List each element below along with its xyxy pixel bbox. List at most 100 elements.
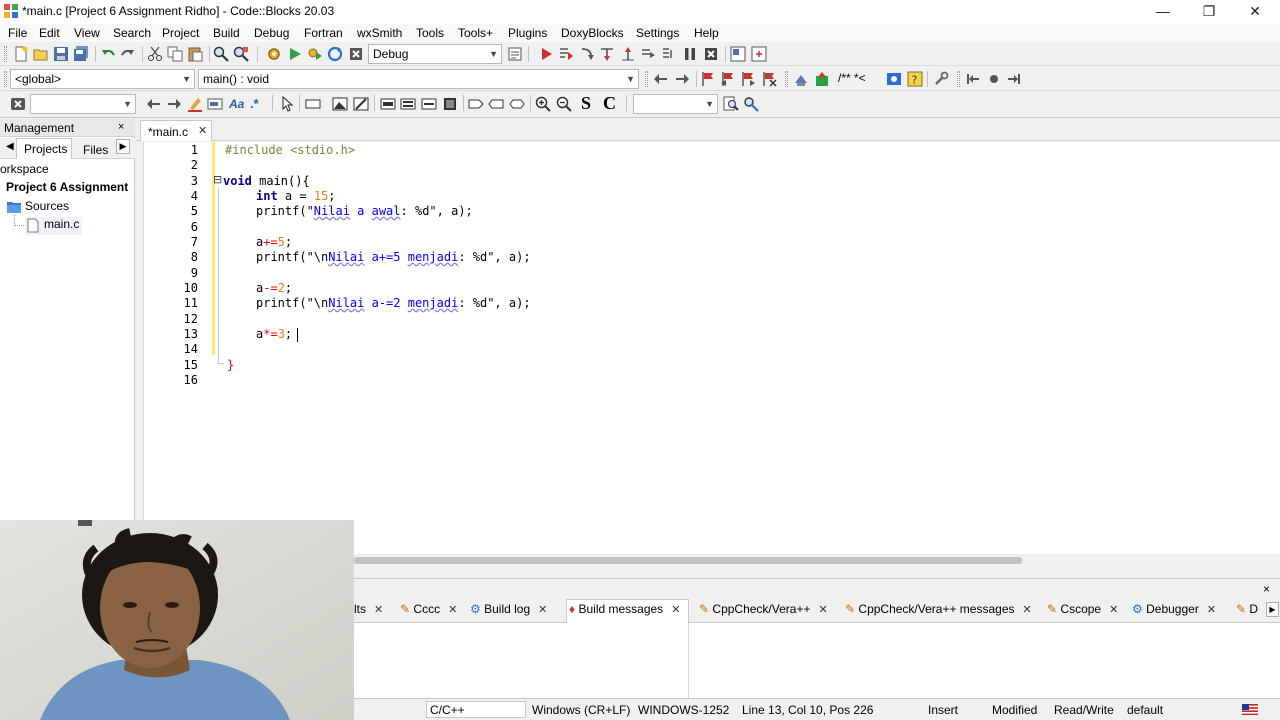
- next-change-icon[interactable]: [1006, 71, 1022, 87]
- run-to-cursor-icon[interactable]: [558, 46, 574, 62]
- next-bookmark-icon[interactable]: [740, 71, 756, 87]
- menu-project[interactable]: Project: [162, 26, 199, 40]
- find-in-files-icon[interactable]: [723, 96, 739, 112]
- step-out-icon[interactable]: [620, 46, 636, 62]
- toolbar-grip[interactable]: [785, 71, 788, 87]
- log-tab-close-button[interactable]: ✕: [538, 604, 547, 616]
- extract-docs-icon[interactable]: [814, 71, 830, 87]
- font-s-button[interactable]: S: [581, 93, 591, 114]
- insert-image-icon[interactable]: [332, 96, 348, 112]
- restore-button[interactable]: ❐: [1186, 0, 1232, 24]
- log-tab-build-log[interactable]: ⚙ Build log ✕: [470, 602, 547, 622]
- log-tab-cppcheck-messages[interactable]: ✎ CppCheck/Vera++ messages ✕: [845, 602, 1032, 622]
- code-editor[interactable]: 1 2 3 4 5 6 7 8 9 10 11 12 13 14 15 16 ⊟…: [143, 142, 1280, 554]
- tabs-scroll-left-icon[interactable]: ◀: [6, 141, 14, 152]
- management-close-button[interactable]: ×: [118, 121, 124, 133]
- scope-select[interactable]: <global> ▼: [10, 69, 195, 89]
- match-case-button[interactable]: Aa: [229, 97, 244, 111]
- select-cursor-icon[interactable]: [279, 96, 295, 112]
- menu-build[interactable]: Build: [213, 26, 240, 40]
- toolbar-grip[interactable]: [645, 71, 648, 87]
- tab-files[interactable]: Files: [83, 143, 108, 157]
- style-select[interactable]: ▼: [633, 94, 718, 114]
- toolbar-grip[interactable]: [4, 46, 7, 62]
- scrollbar-thumb[interactable]: [354, 557, 1022, 564]
- menu-wxsmith[interactable]: wxSmith: [357, 26, 402, 40]
- find-icon[interactable]: [213, 46, 229, 62]
- run-icon[interactable]: [287, 46, 303, 62]
- tabs-scroll-right-icon[interactable]: ▶: [116, 139, 130, 154]
- build-target-select[interactable]: Debug ▼: [368, 44, 502, 64]
- prev-change-icon[interactable]: [965, 71, 981, 87]
- debug-start-icon[interactable]: [538, 46, 554, 62]
- tree-workspace[interactable]: orkspace: [0, 162, 49, 180]
- toggle-bookmark-icon[interactable]: [700, 71, 716, 87]
- log-tab-cppcheck[interactable]: ✎ CppCheck/Vera++ ✕: [699, 602, 828, 622]
- menu-tools[interactable]: Tools: [416, 26, 444, 40]
- selected-text-only-icon[interactable]: [207, 96, 223, 112]
- clear-search-icon[interactable]: [10, 96, 26, 112]
- zoom-out-icon[interactable]: [556, 96, 572, 112]
- insert-shape-1-icon[interactable]: [468, 96, 484, 112]
- menu-file[interactable]: File: [8, 26, 27, 40]
- debugging-windows-icon[interactable]: [730, 46, 746, 62]
- search-tools-icon[interactable]: [743, 96, 759, 112]
- build-and-run-icon[interactable]: [307, 46, 323, 62]
- editor-horizontal-scrollbar[interactable]: [354, 554, 1280, 567]
- step-into-icon[interactable]: [599, 46, 615, 62]
- log-tab-cccc[interactable]: ✎ Cccc ✕: [400, 602, 457, 622]
- insert-block-4-icon[interactable]: [442, 96, 458, 112]
- logs-close-button[interactable]: ×: [1263, 582, 1270, 596]
- log-tab-close-button[interactable]: ✕: [671, 604, 680, 616]
- menu-settings[interactable]: Settings: [636, 26, 679, 40]
- menu-debug[interactable]: Debug: [254, 26, 289, 40]
- menu-view[interactable]: View: [74, 26, 100, 40]
- log-tab-close-button[interactable]: ✕: [448, 604, 457, 616]
- log-tab-close-button[interactable]: ✕: [818, 604, 827, 616]
- doxyblocks-run-html-icon[interactable]: [886, 71, 902, 87]
- log-tab-close-button[interactable]: ✕: [1207, 604, 1216, 616]
- font-c-button[interactable]: C: [603, 93, 616, 114]
- menu-fortran[interactable]: Fortran: [304, 26, 343, 40]
- new-file-icon[interactable]: [13, 46, 29, 62]
- editor-tab-main-c[interactable]: *main.c ✕: [140, 120, 212, 141]
- log-tab-debugger[interactable]: ⚙ Debugger ✕: [1132, 602, 1216, 622]
- insert-diagonal-icon[interactable]: [353, 96, 369, 112]
- minimize-button[interactable]: —: [1140, 0, 1186, 24]
- next-instruction-icon[interactable]: [640, 46, 656, 62]
- various-info-icon[interactable]: [751, 46, 767, 62]
- log-tab-build-messages[interactable]: ♦ Build messages ✕: [566, 599, 690, 623]
- insert-shape-2-icon[interactable]: [488, 96, 504, 112]
- menu-doxyblocks[interactable]: DoxyBlocks: [561, 26, 624, 40]
- undo-icon[interactable]: [100, 46, 116, 62]
- save-all-icon[interactable]: [73, 46, 89, 62]
- jump-back-icon[interactable]: [653, 71, 669, 87]
- paste-icon[interactable]: [187, 46, 203, 62]
- insert-rect-icon[interactable]: [305, 96, 321, 112]
- insert-block-2-icon[interactable]: [400, 96, 416, 112]
- insert-block-3-icon[interactable]: [421, 96, 437, 112]
- function-select[interactable]: main() : void ▼: [198, 69, 639, 89]
- search-prev-arrow-icon[interactable]: [146, 96, 162, 112]
- redo-icon[interactable]: [120, 46, 136, 62]
- replace-icon[interactable]: [233, 46, 249, 62]
- zoom-in-icon[interactable]: [535, 96, 551, 112]
- stop-debugger-icon[interactable]: [703, 46, 719, 62]
- prev-bookmark-icon[interactable]: [720, 71, 736, 87]
- log-tab-results[interactable]: lts ✕: [354, 602, 383, 622]
- log-tab-d[interactable]: ✎ D: [1236, 602, 1258, 622]
- log-tab-close-button[interactable]: ✕: [1109, 604, 1118, 616]
- pause-icon[interactable]: [682, 46, 698, 62]
- change-marker-icon[interactable]: [986, 71, 1002, 87]
- log-tab-cscope[interactable]: ✎ Cscope ✕: [1047, 602, 1118, 622]
- toolbar-grip[interactable]: [4, 71, 7, 87]
- tree-project[interactable]: Project 6 Assignment: [6, 180, 128, 198]
- copy-icon[interactable]: [167, 46, 183, 62]
- menu-edit[interactable]: Edit: [39, 26, 60, 40]
- regex-button[interactable]: .*: [250, 96, 259, 111]
- menu-plugins[interactable]: Plugins: [508, 26, 547, 40]
- doxyblocks-help-icon[interactable]: ?: [907, 71, 923, 87]
- quick-search-input[interactable]: ▼: [30, 94, 136, 114]
- highlight-icon[interactable]: [187, 96, 203, 112]
- next-line-icon[interactable]: [579, 46, 595, 62]
